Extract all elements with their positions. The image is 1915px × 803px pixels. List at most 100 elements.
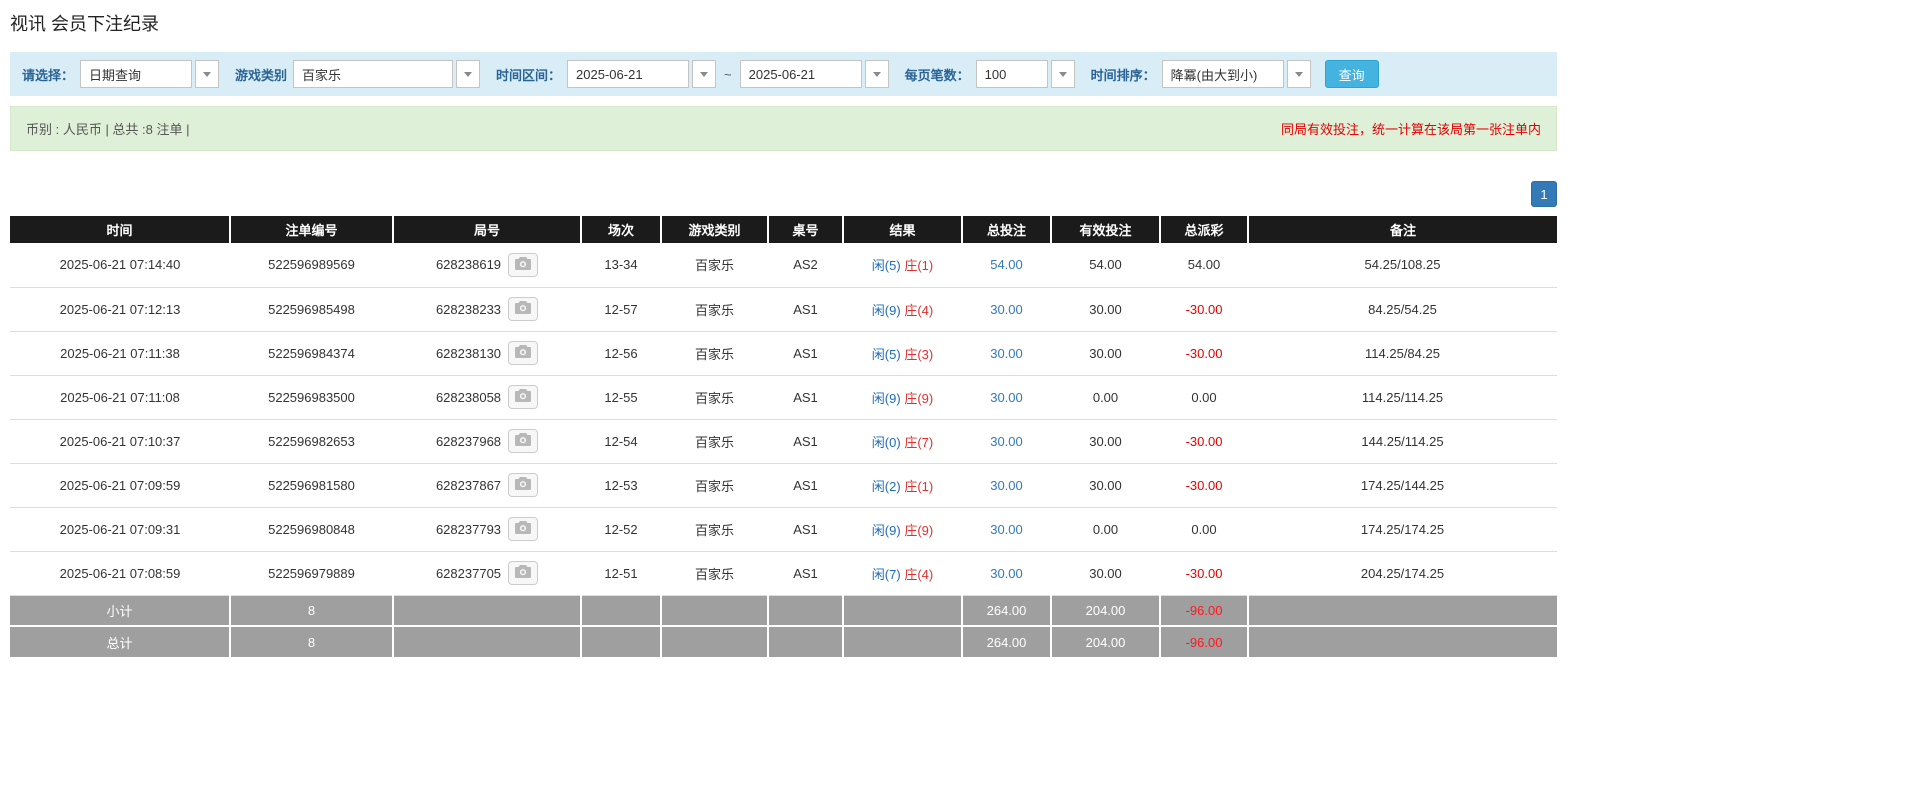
- cell-session: 12-52: [581, 507, 661, 551]
- total-bet-link[interactable]: 30.00: [990, 390, 1023, 405]
- cell-valid-bet: 54.00: [1051, 243, 1160, 287]
- cell-valid-bet: 30.00: [1051, 551, 1160, 595]
- cell-bet-id: 522596989569: [230, 243, 393, 287]
- query-type-input[interactable]: [80, 60, 192, 88]
- cell-time: 2025-06-21 07:11:38: [10, 331, 230, 375]
- game-type-combobox: [293, 60, 480, 88]
- cell-total-bet[interactable]: 30.00: [962, 507, 1051, 551]
- page-title: 视讯 会员下注纪录: [10, 10, 1557, 36]
- cell-note: 174.25/174.25: [1248, 507, 1557, 551]
- cell-total-bet[interactable]: 30.00: [962, 331, 1051, 375]
- page-size-input[interactable]: [976, 60, 1048, 88]
- cell-game-type: 百家乐: [661, 331, 768, 375]
- search-button[interactable]: 查询: [1325, 60, 1379, 88]
- video-replay-button[interactable]: [508, 517, 538, 541]
- camera-icon: [515, 345, 531, 361]
- date-to-input[interactable]: [740, 60, 862, 88]
- query-type-combobox: [80, 60, 219, 88]
- total-bet-link[interactable]: 54.00: [990, 257, 1023, 272]
- cell-total-bet[interactable]: 30.00: [962, 419, 1051, 463]
- cell-payout: 0.00: [1160, 375, 1248, 419]
- video-replay-button[interactable]: [508, 429, 538, 453]
- video-replay-button[interactable]: [508, 341, 538, 365]
- video-replay-button[interactable]: [508, 385, 538, 409]
- page-size-combobox: [976, 60, 1075, 88]
- date-from-dropdown-button[interactable]: [692, 60, 716, 88]
- select-type-label: 请选择：: [22, 65, 74, 84]
- video-replay-button[interactable]: [508, 473, 538, 497]
- result-player: 闲(5): [872, 258, 901, 273]
- cell-game-type: 百家乐: [661, 507, 768, 551]
- video-replay-button[interactable]: [508, 561, 538, 585]
- result-banker: 庄(4): [904, 303, 933, 318]
- camera-icon: [515, 301, 531, 317]
- cell-total-bet[interactable]: 30.00: [962, 375, 1051, 419]
- pagination: 1: [10, 181, 1557, 207]
- cell-time: 2025-06-21 07:12:13: [10, 287, 230, 331]
- cell-bet-id: 522596981580: [230, 463, 393, 507]
- cell-bet-id: 522596980848: [230, 507, 393, 551]
- total-bet-link[interactable]: 30.00: [990, 302, 1023, 317]
- cell-time: 2025-06-21 07:09:31: [10, 507, 230, 551]
- page-1-button[interactable]: 1: [1531, 181, 1557, 207]
- grand-total-empty: [1248, 626, 1557, 657]
- cell-payout: 54.00: [1160, 243, 1248, 287]
- subtotal-empty: [581, 595, 661, 626]
- grand-total-empty: [393, 626, 581, 657]
- cell-game-type: 百家乐: [661, 551, 768, 595]
- cell-result: 闲(2) 庄(1): [843, 463, 962, 507]
- video-replay-button[interactable]: [508, 297, 538, 321]
- total-bet-link[interactable]: 30.00: [990, 346, 1023, 361]
- table-header-row: 时间注单编号局号场次游戏类别桌号结果总投注有效投注总派彩备注: [10, 216, 1557, 243]
- same-round-notice: 同局有效投注，统一计算在该局第一张注单内: [1281, 119, 1541, 138]
- cell-total-bet[interactable]: 54.00: [962, 243, 1051, 287]
- cell-time: 2025-06-21 07:11:08: [10, 375, 230, 419]
- sort-order-input[interactable]: [1162, 60, 1284, 88]
- chevron-down-icon: [1295, 72, 1303, 77]
- total-bet-link[interactable]: 30.00: [990, 566, 1023, 581]
- game-type-input[interactable]: [293, 60, 453, 88]
- result-banker: 庄(9): [904, 391, 933, 406]
- cell-valid-bet: 30.00: [1051, 287, 1160, 331]
- query-type-dropdown-button[interactable]: [195, 60, 219, 88]
- game-type-dropdown-button[interactable]: [456, 60, 480, 88]
- camera-icon: [515, 257, 531, 273]
- cell-bet-id: 522596979889: [230, 551, 393, 595]
- cell-total-bet[interactable]: 30.00: [962, 463, 1051, 507]
- subtotal-valid-bet: 204.00: [1051, 595, 1160, 626]
- chevron-down-icon: [464, 72, 472, 77]
- cell-payout: -30.00: [1160, 419, 1248, 463]
- cell-total-bet[interactable]: 30.00: [962, 287, 1051, 331]
- cell-table-no: AS1: [768, 463, 843, 507]
- grand-total-empty: [843, 626, 962, 657]
- sort-order-dropdown-button[interactable]: [1287, 60, 1311, 88]
- total-bet-link[interactable]: 30.00: [990, 478, 1023, 493]
- grand-total-row: 总计8264.00204.00-96.00: [10, 626, 1557, 657]
- round-number: 628238233: [436, 302, 501, 317]
- date-to-combobox: [740, 60, 889, 88]
- cell-round: 628238233: [393, 287, 581, 331]
- round-number: 628238619: [436, 257, 501, 272]
- cell-table-no: AS1: [768, 331, 843, 375]
- table-row: 2025-06-21 07:11:38522596984374628238130…: [10, 331, 1557, 375]
- cell-session: 12-54: [581, 419, 661, 463]
- grand-total-payout: -96.00: [1160, 626, 1248, 657]
- table-row: 2025-06-21 07:12:13522596985498628238233…: [10, 287, 1557, 331]
- cell-valid-bet: 30.00: [1051, 419, 1160, 463]
- round-number: 628238058: [436, 390, 501, 405]
- table-footer: 小计8264.00204.00-96.00总计8264.00204.00-96.…: [10, 595, 1557, 657]
- subtotal-empty: [768, 595, 843, 626]
- subtotal-empty: [393, 595, 581, 626]
- cell-table-no: AS1: [768, 551, 843, 595]
- cell-time: 2025-06-21 07:09:59: [10, 463, 230, 507]
- chevron-down-icon: [873, 72, 881, 77]
- round-number: 628237867: [436, 478, 501, 493]
- page-size-dropdown-button[interactable]: [1051, 60, 1075, 88]
- total-bet-link[interactable]: 30.00: [990, 434, 1023, 449]
- cell-total-bet[interactable]: 30.00: [962, 551, 1051, 595]
- total-bet-link[interactable]: 30.00: [990, 522, 1023, 537]
- video-replay-button[interactable]: [508, 253, 538, 277]
- date-to-dropdown-button[interactable]: [865, 60, 889, 88]
- subtotal-total-bet: 264.00: [962, 595, 1051, 626]
- date-from-input[interactable]: [567, 60, 689, 88]
